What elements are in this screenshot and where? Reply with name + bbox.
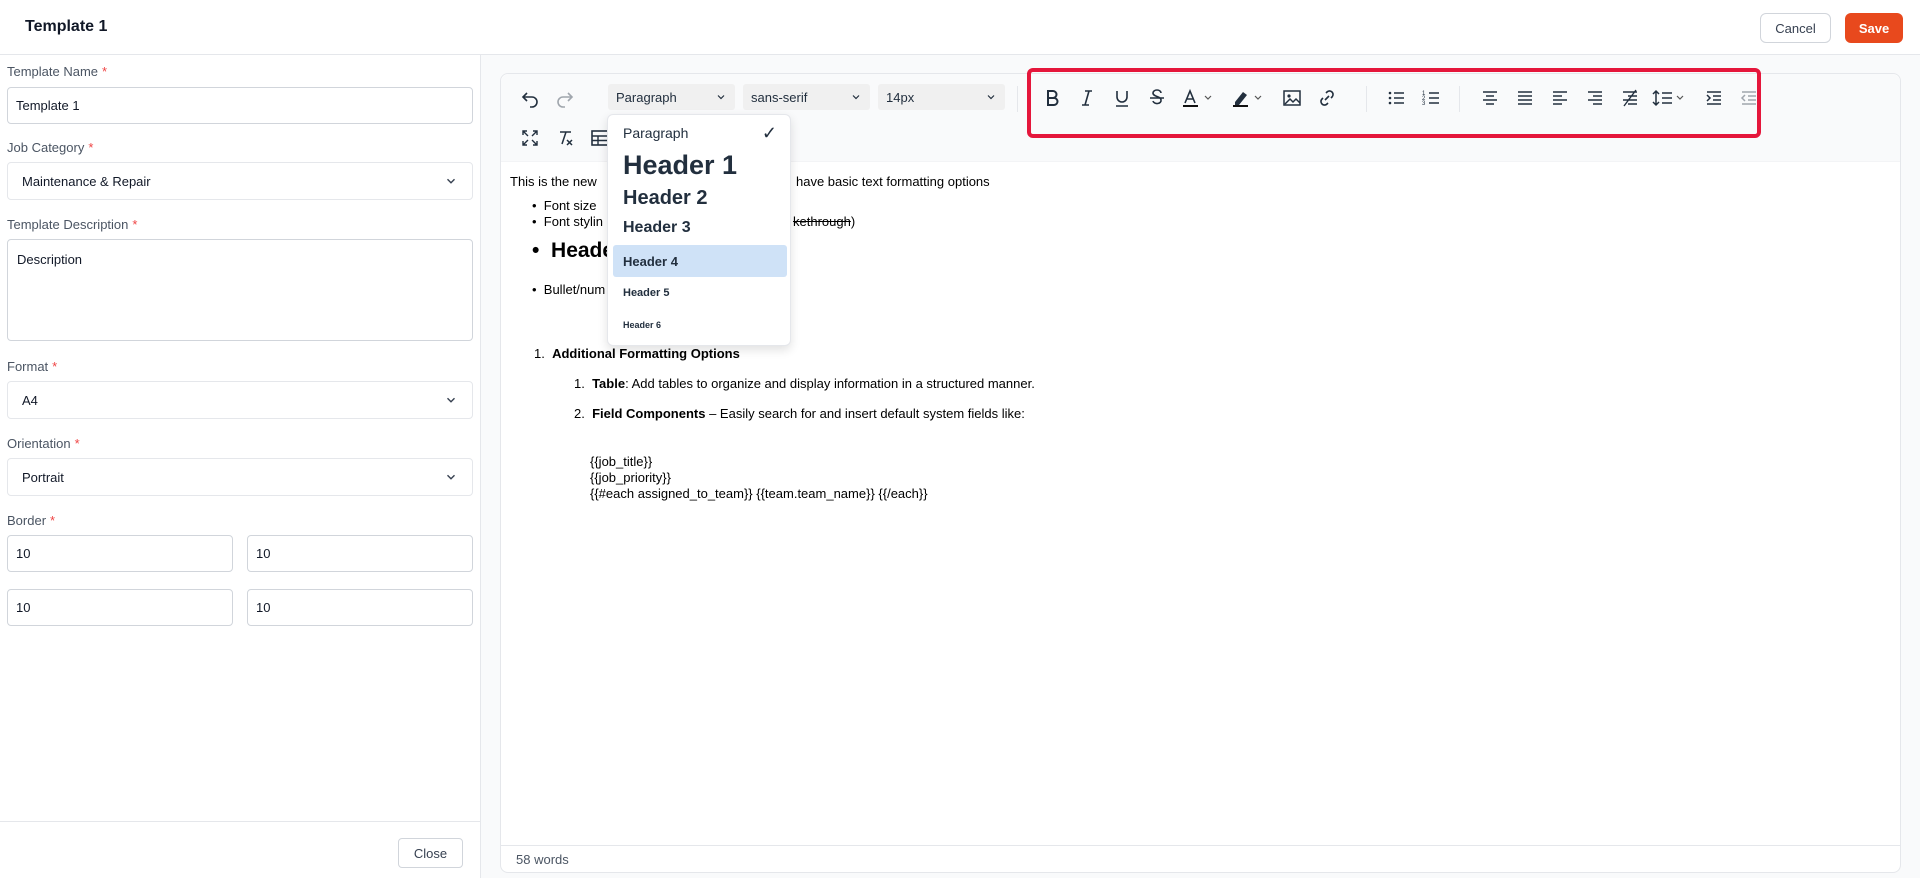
redo-icon[interactable] [553, 86, 577, 110]
fullscreen-icon[interactable] [518, 126, 542, 150]
ordered-sub-item: 1. Table: Add tables to organize and dis… [574, 376, 1035, 391]
ordered-list-item: 1. Additional Formatting Options [534, 346, 740, 361]
chevron-down-icon [987, 95, 995, 100]
intro-text-tail: have basic text formatting options [796, 174, 990, 189]
word-count: 58 words [501, 845, 1900, 872]
block-format-value: Paragraph [616, 89, 677, 105]
heading-bullet: • Heade [532, 239, 615, 262]
toolbar-highlight-annotation [1027, 68, 1761, 138]
orientation-select[interactable]: Portrait [7, 458, 473, 496]
dropdown-item-header-2[interactable]: Header 2 [613, 183, 787, 213]
orientation-label: Orientation * [7, 436, 80, 451]
chevron-down-icon [852, 95, 860, 100]
bullet-item: • Bullet/num [532, 282, 606, 297]
clear-formatting-icon[interactable] [553, 126, 577, 150]
font-family-select[interactable]: sans-serif [743, 84, 870, 110]
bullet-item: • Font size [532, 198, 597, 213]
sidebar-footer: Close [0, 821, 481, 878]
job-category-label: Job Category * [7, 140, 94, 155]
template-name-label: Template Name * [7, 64, 108, 79]
job-category-select[interactable]: Maintenance & Repair [7, 162, 473, 200]
template-description-textarea[interactable]: Description [7, 239, 473, 341]
dropdown-item-header-4[interactable]: Header 4 [613, 245, 787, 277]
undo-icon[interactable] [518, 86, 542, 110]
dropdown-item-header-1[interactable]: Header 1 [613, 147, 787, 183]
border-top-input[interactable]: 10 [7, 535, 233, 572]
chevron-down-icon [447, 397, 455, 403]
ordered-sub-item: 2. Field Components – Easily search for … [574, 406, 1025, 421]
border-bottom-input[interactable]: 10 [7, 589, 233, 626]
page-title: Template 1 [25, 18, 108, 35]
top-bar: Template 1 Cancel Save [0, 0, 1920, 55]
bullet-item-tail: kethrough) [793, 214, 856, 229]
format-label: Format * [7, 359, 58, 374]
field-placeholder: {{#each assigned_to_team}} {{team.team_n… [590, 486, 928, 501]
toolbar-divider [1017, 86, 1018, 112]
format-value: A4 [22, 392, 38, 408]
template-settings-panel: Template Name * Template 1 Job Category * … [0, 55, 481, 878]
font-size-value: 14px [886, 89, 915, 105]
orientation-value: Portrait [22, 469, 64, 485]
checkmark-icon: ✓ [761, 122, 777, 143]
format-select[interactable]: A4 [7, 381, 473, 419]
border-label: Border * [7, 513, 56, 528]
job-category-value: Maintenance & Repair [22, 173, 151, 189]
close-button[interactable]: Close [398, 838, 463, 868]
font-size-select[interactable]: 14px [878, 84, 1005, 110]
save-button[interactable]: Save [1845, 13, 1903, 43]
border-left-input[interactable]: 10 [247, 589, 473, 626]
bullet-item: • Font stylin [532, 214, 604, 229]
dropdown-item-header-5[interactable]: Header 5 [613, 277, 787, 309]
dropdown-item-header-3[interactable]: Header 3 [613, 213, 787, 243]
chevron-down-icon [447, 474, 455, 480]
dropdown-item-header-6[interactable]: Header 6 [613, 309, 787, 341]
border-right-input[interactable]: 10 [247, 535, 473, 572]
cancel-button[interactable]: Cancel [1760, 13, 1831, 43]
template-name-input[interactable]: Template 1 [7, 87, 473, 124]
chevron-down-icon [717, 95, 725, 100]
block-format-select[interactable]: Paragraph [608, 84, 735, 110]
field-placeholder: {{job_title}} [590, 454, 653, 469]
field-placeholder: {{job_priority}} [590, 470, 671, 485]
dropdown-item-paragraph[interactable]: Paragraph ✓ [613, 119, 787, 147]
template-description-label: Template Description * [7, 217, 138, 232]
chevron-down-icon [447, 178, 455, 184]
block-format-dropdown: Paragraph ✓ Header 1 Header 2 Header 3 He… [607, 114, 791, 346]
intro-text: This is the new [510, 174, 597, 189]
font-family-value: sans-serif [751, 89, 808, 105]
